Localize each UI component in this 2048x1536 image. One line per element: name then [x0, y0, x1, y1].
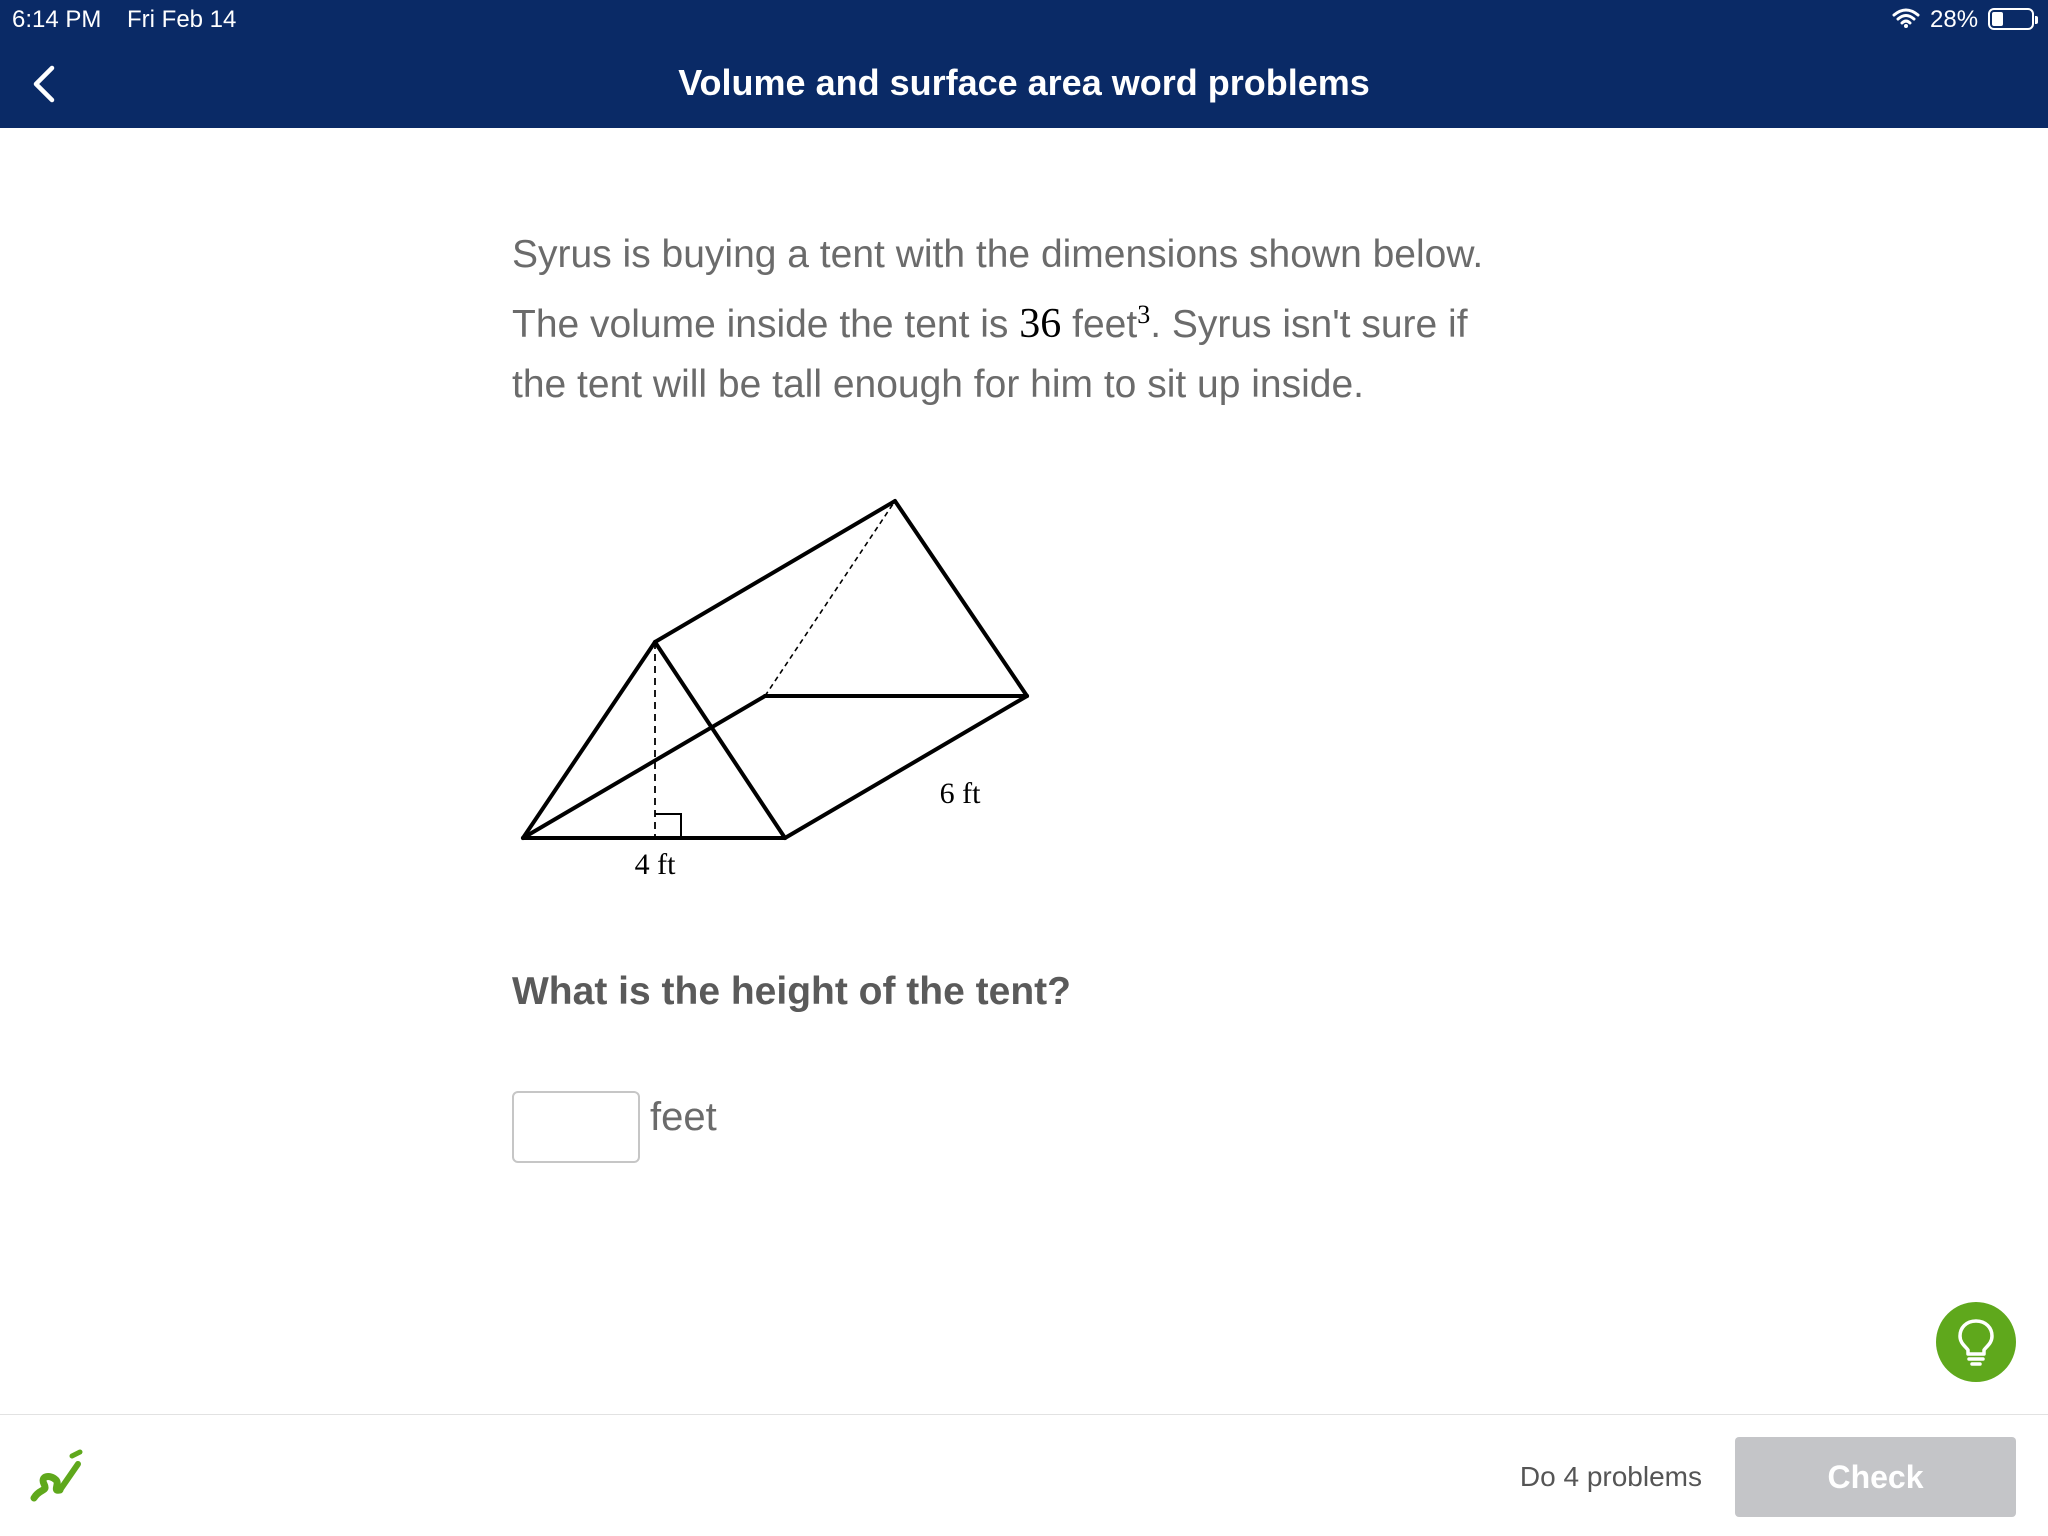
question-line-2-suffix: . Syrus isn't sure if: [1150, 303, 1468, 346]
question-line-1: Syrus is buying a tent with the dimensio…: [512, 233, 1484, 276]
tent-length-label: 6 ft: [940, 777, 981, 810]
height-answer-input[interactable]: [512, 1091, 640, 1163]
status-bar: 6:14 PM Fri Feb 14 28%: [0, 0, 2048, 40]
tent-prism-diagram: 4 ft 6 ft: [521, 499, 1029, 881]
base-width-label: 4 ft: [635, 848, 676, 881]
volume-exponent: 3: [1137, 300, 1151, 329]
nav-bar: Volume and surface area word problems: [0, 40, 2048, 128]
question-text: Syrus is buying a tent with the dimensio…: [512, 225, 1552, 415]
answer-unit-label: feet: [650, 1095, 717, 1139]
volume-unit: feet: [1072, 303, 1138, 346]
progress-text: Do 4 problems: [1519, 1461, 1702, 1492]
page-title: Volume and surface area word problems: [678, 62, 1370, 103]
khan-leaf-logo-icon: [30, 1448, 84, 1509]
status-time: 6:14 PM: [12, 6, 102, 33]
question-line-2: The volume inside the tent is 36 feet3. …: [512, 285, 1552, 355]
hint-button[interactable]: [1936, 1302, 2016, 1382]
volume-value: 36: [1019, 301, 1062, 347]
wifi-icon: [1892, 7, 1920, 36]
lightbulb-icon: [1958, 1319, 1994, 1366]
footer-divider: [0, 1414, 2048, 1415]
status-date: Fri Feb 14: [127, 6, 237, 33]
battery-icon: [1988, 8, 2038, 30]
question-prompt: What is the height of the tent?: [512, 970, 1071, 1013]
question-line-3: the tent will be tall enough for him to …: [512, 363, 1364, 406]
question-line-2-prefix: The volume inside the tent is: [512, 303, 1020, 346]
battery-percentage: 28%: [1930, 6, 1979, 33]
check-button[interactable]: Check: [1735, 1437, 2016, 1517]
